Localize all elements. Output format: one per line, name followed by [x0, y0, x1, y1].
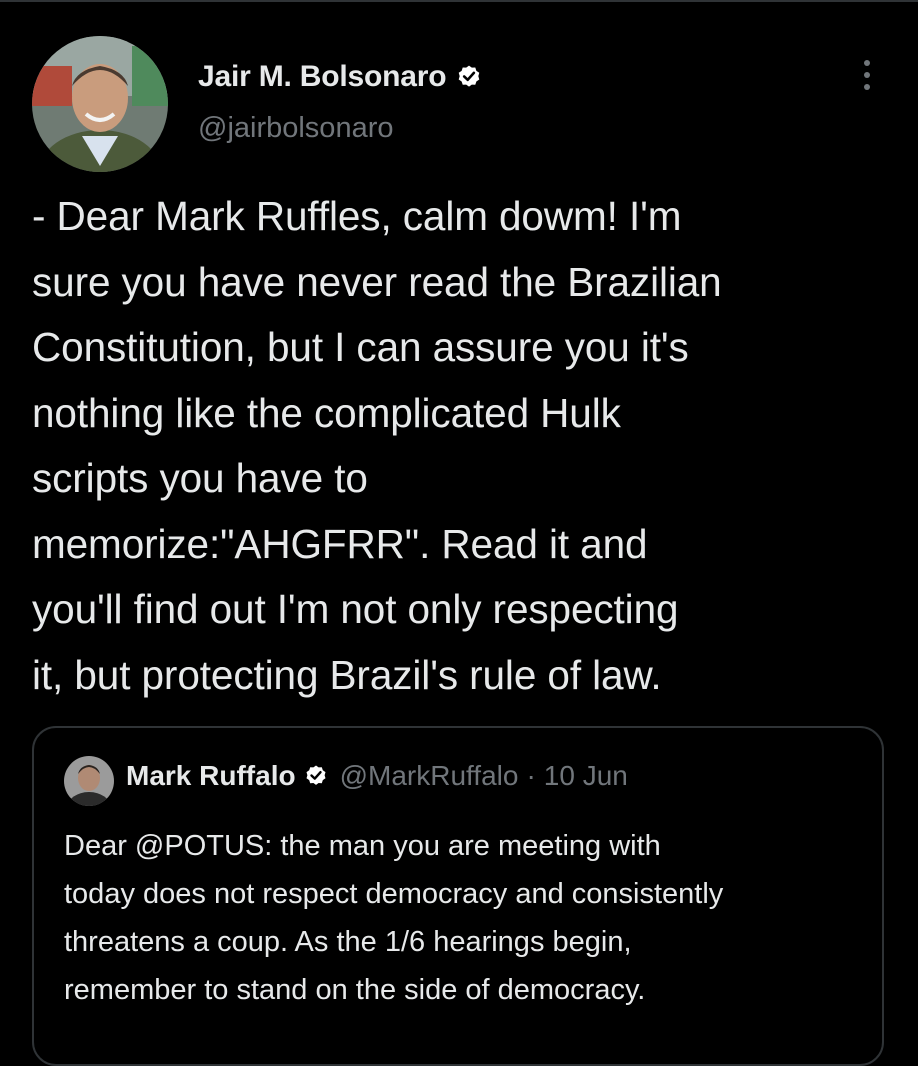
author-avatar[interactable]	[32, 36, 168, 172]
avatar-photo-icon	[64, 756, 114, 806]
more-dot	[864, 60, 870, 66]
avatar-photo-icon	[32, 36, 168, 172]
quoted-tweet-card[interactable]: Mark Ruffalo @MarkRuffalo · 10 Jun Dear …	[32, 726, 884, 1066]
author-name-row[interactable]: Jair M. Bolsonaro	[198, 60, 482, 94]
more-dot	[864, 84, 870, 90]
tweet-body-text: - Dear Mark Ruffles, calm dowm! I'm sure…	[32, 193, 722, 698]
quoted-author-avatar[interactable]	[64, 756, 114, 806]
more-dot	[864, 72, 870, 78]
more-options-icon[interactable]	[852, 55, 882, 95]
quoted-author-display-name[interactable]: Mark Ruffalo	[126, 760, 296, 792]
verified-badge-icon	[304, 764, 328, 788]
author-handle[interactable]: @jairbolsonaro	[198, 112, 393, 145]
quoted-author-handle[interactable]: @MarkRuffalo	[340, 760, 519, 792]
quoted-tweet-date[interactable]: 10 Jun	[544, 760, 628, 792]
author-display-name[interactable]: Jair M. Bolsonaro	[198, 60, 447, 94]
top-divider	[0, 0, 918, 2]
meta-separator: ·	[526, 760, 536, 791]
quoted-tweet-header: Mark Ruffalo @MarkRuffalo · 10 Jun	[126, 760, 628, 792]
verified-badge-icon	[456, 64, 482, 90]
quoted-tweet-meta: @MarkRuffalo · 10 Jun	[340, 760, 628, 792]
quoted-tweet-body-text: Dear @POTUS: the man you are meeting wit…	[64, 830, 724, 1006]
